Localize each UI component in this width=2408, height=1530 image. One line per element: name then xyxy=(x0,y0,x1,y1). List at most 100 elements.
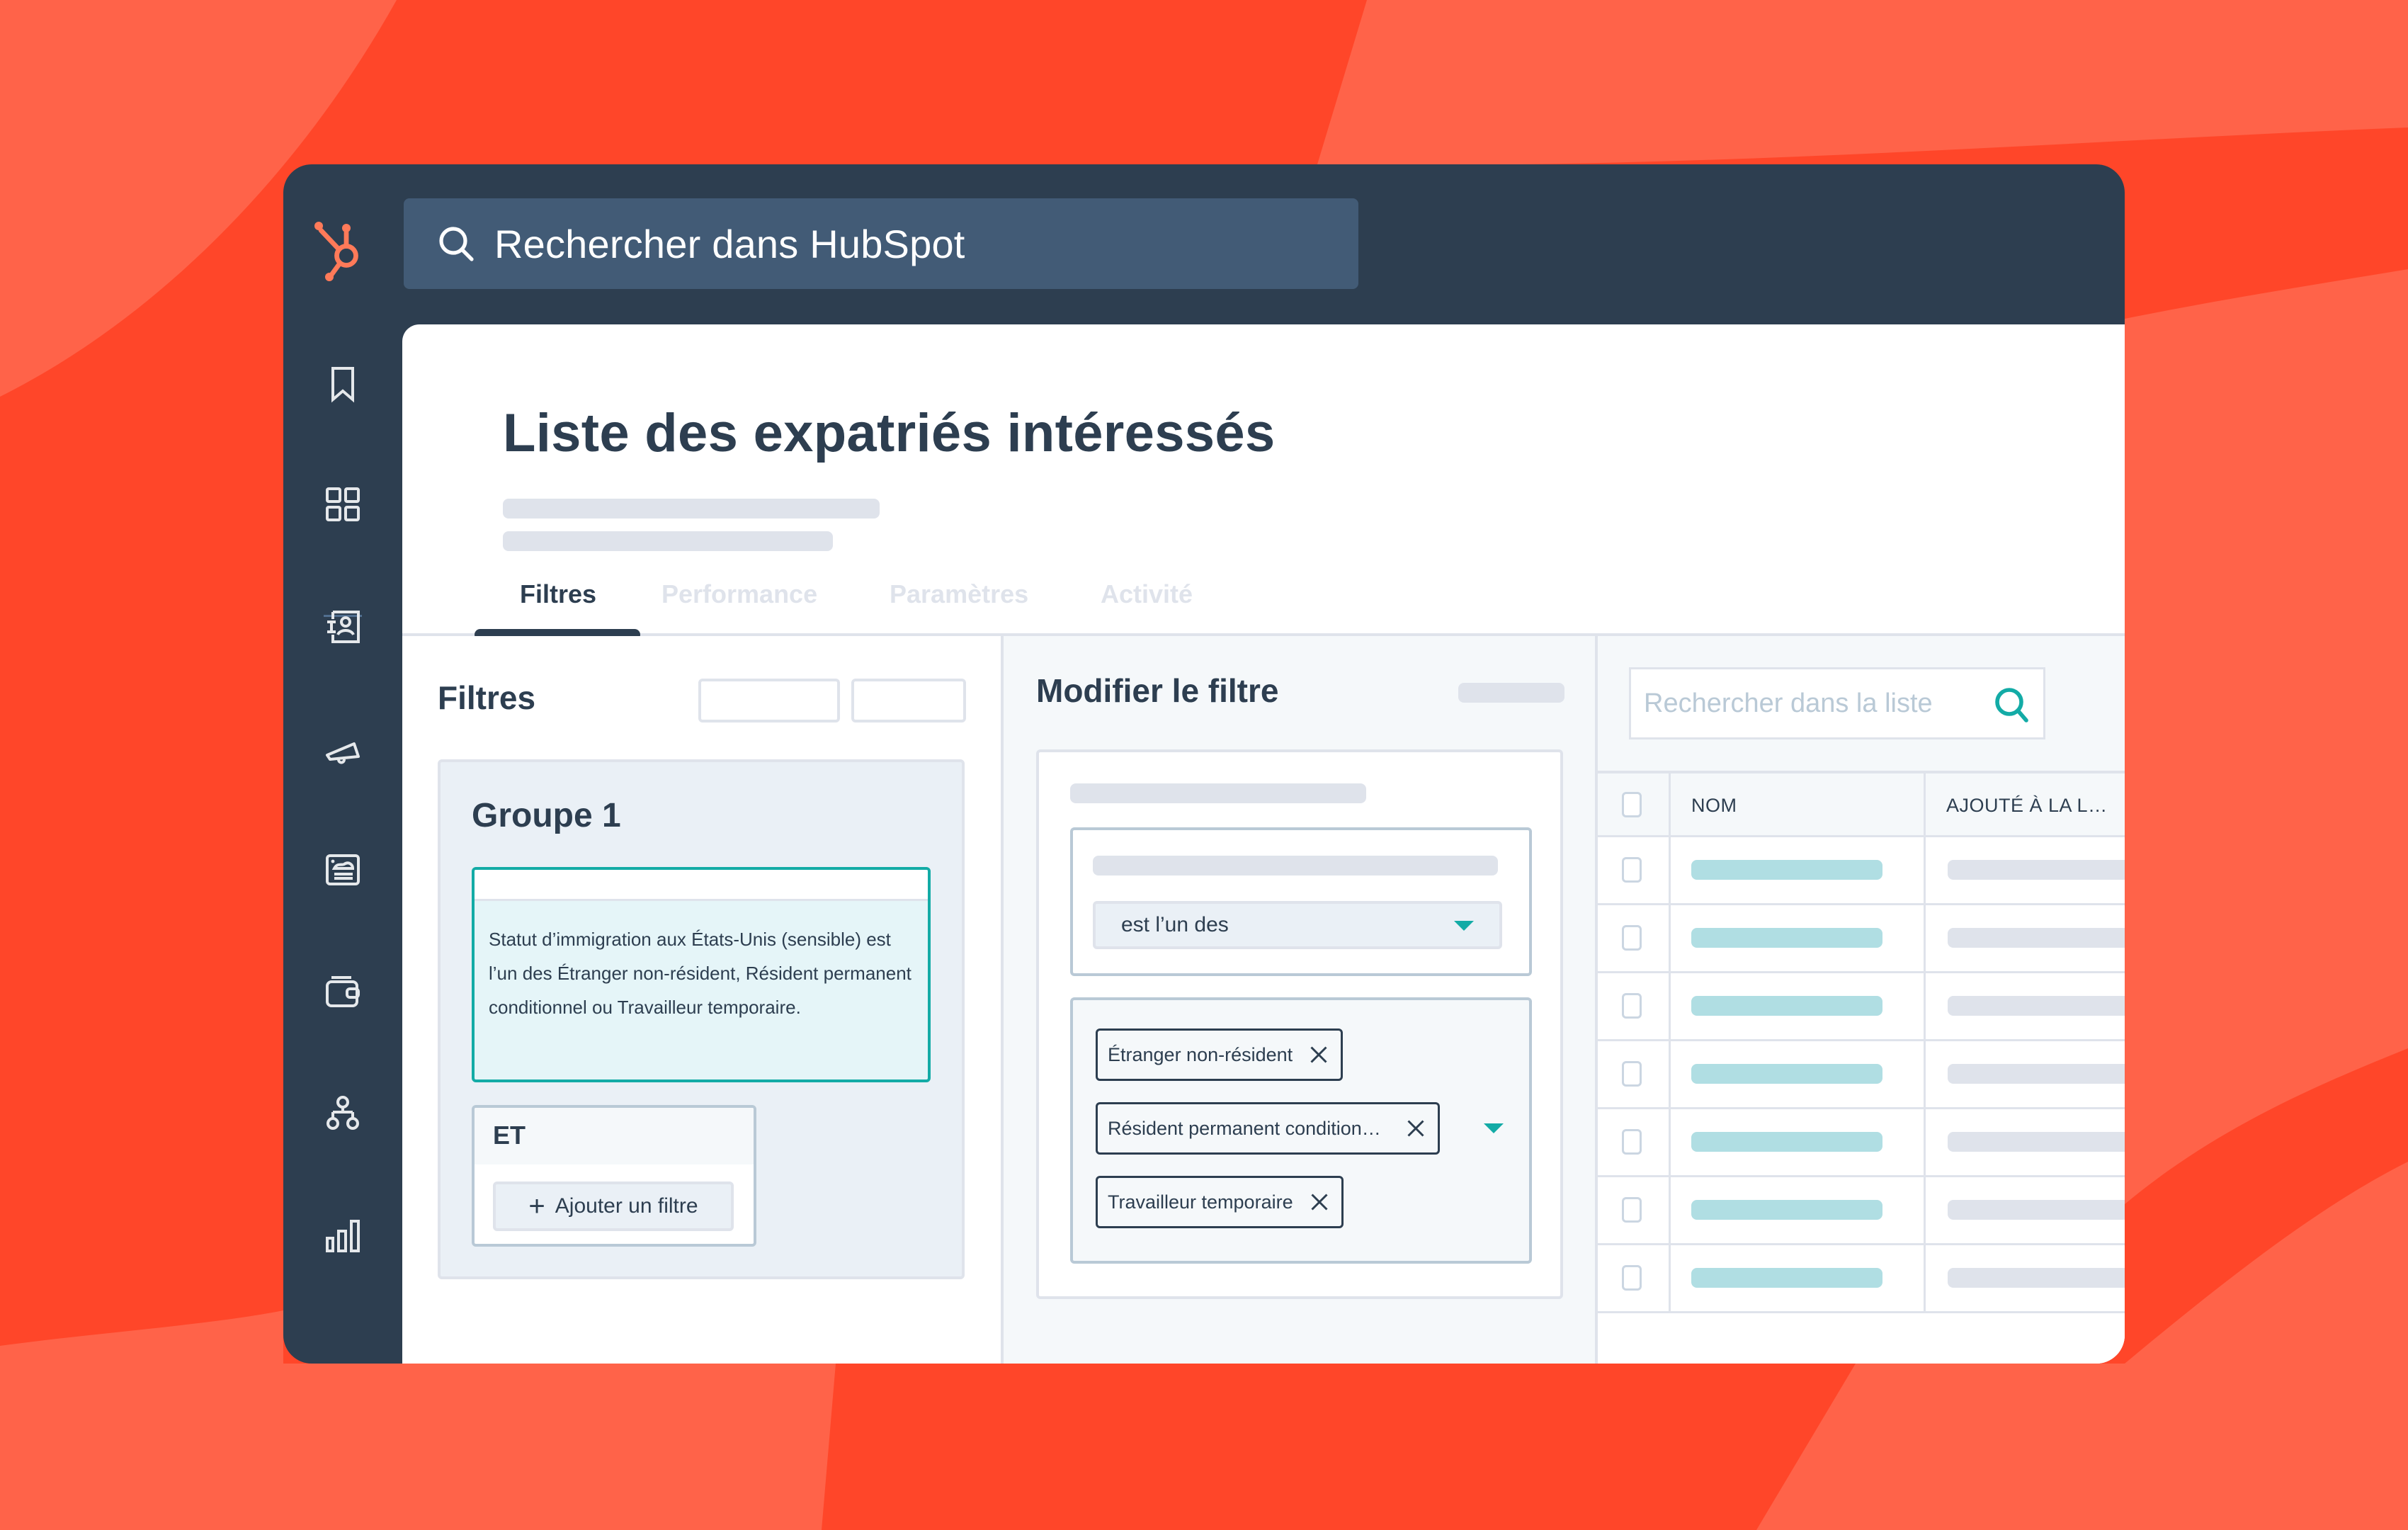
automation-icon[interactable] xyxy=(320,1091,365,1136)
date-placeholder xyxy=(1948,996,2125,1016)
name-placeholder xyxy=(1691,996,1882,1016)
search-icon xyxy=(436,224,476,264)
filters-action-button[interactable] xyxy=(851,679,966,722)
close-icon[interactable] xyxy=(1308,1044,1329,1065)
column-divider xyxy=(1924,837,1926,903)
global-search-bar[interactable]: Rechercher dans HubSpot xyxy=(404,198,1358,289)
table-row[interactable] xyxy=(1598,973,2125,1041)
close-icon[interactable] xyxy=(1405,1118,1426,1139)
values-multiselect[interactable]: Étranger non-résident Résident permanent… xyxy=(1070,997,1532,1264)
row-checkbox[interactable] xyxy=(1622,1061,1642,1087)
property-label-placeholder xyxy=(1070,783,1366,803)
value-chip: Étranger non-résident xyxy=(1096,1028,1344,1081)
marketing-megaphone-icon[interactable] xyxy=(320,725,365,771)
column-divider xyxy=(1924,905,1926,971)
column-divider xyxy=(1669,774,1671,835)
and-block: ET + Ajouter un filtre xyxy=(472,1105,756,1247)
edit-filter-title: Modifier le filtre xyxy=(1036,672,1279,709)
filters-action-button[interactable] xyxy=(698,679,840,722)
row-checkbox[interactable] xyxy=(1622,925,1642,951)
name-placeholder xyxy=(1691,928,1882,948)
table-row[interactable] xyxy=(1598,837,2125,905)
main-content: Liste des expatriés intéressés Filtres P… xyxy=(402,324,2125,1364)
select-all-checkbox[interactable] xyxy=(1622,792,1642,817)
add-filter-label: Ajouter un filtre xyxy=(555,1194,698,1218)
close-icon[interactable] xyxy=(1309,1191,1330,1213)
filter-card-selected[interactable]: Statut d’immigration aux États-Unis (sen… xyxy=(472,867,931,1082)
bookmark-icon[interactable] xyxy=(320,361,365,407)
contacts-icon[interactable] xyxy=(320,604,365,649)
plus-icon: + xyxy=(528,1191,545,1222)
tab-activite[interactable]: Activité xyxy=(1101,579,1193,609)
column-divider xyxy=(1669,973,1671,1039)
caret-down-icon xyxy=(1454,921,1474,931)
column-divider xyxy=(1669,1109,1671,1175)
table-row[interactable] xyxy=(1598,1109,2125,1177)
list-search-input[interactable]: Rechercher dans la liste xyxy=(1629,667,2045,740)
header-placeholder xyxy=(1458,683,1564,703)
content-icon[interactable] xyxy=(320,847,365,892)
dashboard-grid-icon[interactable] xyxy=(320,482,365,527)
name-placeholder xyxy=(1691,860,1882,880)
row-checkbox[interactable] xyxy=(1622,1265,1642,1291)
name-placeholder xyxy=(1691,1268,1882,1288)
table-row[interactable] xyxy=(1598,905,2125,973)
value-chip: Résident permanent condition… xyxy=(1096,1102,1440,1155)
operator-box: est l’un des xyxy=(1070,827,1532,976)
filters-title: Filtres xyxy=(438,679,536,716)
operator-value: est l’un des xyxy=(1121,913,1229,936)
row-checkbox[interactable] xyxy=(1622,1197,1642,1223)
and-label: ET xyxy=(475,1108,754,1164)
column-divider xyxy=(1669,1041,1671,1107)
tab-filtres[interactable]: Filtres xyxy=(520,579,596,609)
table-footer xyxy=(1598,1313,2125,1364)
list-search-placeholder: Rechercher dans la liste xyxy=(1644,688,1933,718)
value-chip: Travailleur temporaire xyxy=(1096,1176,1344,1228)
filter-description: Statut d’immigration aux États-Unis (sen… xyxy=(489,929,911,1018)
app-window: Rechercher dans HubSpot Liste des expatr… xyxy=(283,164,2125,1364)
table-body xyxy=(1598,837,2125,1313)
members-table: NOM AJOUTÉ À LA L… xyxy=(1598,771,2125,1364)
table-header: NOM AJOUTÉ À LA L… xyxy=(1598,771,2125,837)
column-divider xyxy=(1669,905,1671,971)
column-header-added[interactable]: AJOUTÉ À LA L… xyxy=(1946,795,2108,817)
caret-down-icon[interactable] xyxy=(1484,1123,1504,1133)
property-placeholder xyxy=(1093,856,1498,876)
value-chip-label: Résident permanent condition… xyxy=(1108,1117,1381,1139)
list-members-panel: Rechercher dans la liste NOM AJOUTÉ À LA… xyxy=(1595,636,2125,1364)
hubspot-logo-icon[interactable] xyxy=(310,215,374,283)
column-divider xyxy=(1924,1245,1926,1311)
filters-panel: Filtres Groupe 1 Statut d’immigration au… xyxy=(402,636,1001,1364)
table-row[interactable] xyxy=(1598,1041,2125,1109)
edit-filter-panel: Modifier le filtre est l’un des Étranger… xyxy=(1001,636,1595,1364)
edit-filter-card: est l’un des Étranger non-résident Résid… xyxy=(1036,749,1563,1299)
search-icon[interactable] xyxy=(1992,685,2032,725)
operator-dropdown[interactable]: est l’un des xyxy=(1093,901,1502,949)
table-row[interactable] xyxy=(1598,1245,2125,1313)
filter-card-header xyxy=(475,870,928,901)
subtitle-placeholder xyxy=(503,499,880,518)
tab-parametres[interactable]: Paramètres xyxy=(890,579,1028,609)
table-row[interactable] xyxy=(1598,1177,2125,1245)
reporting-icon[interactable] xyxy=(320,1213,365,1258)
column-divider xyxy=(1924,1109,1926,1175)
column-header-nom[interactable]: NOM xyxy=(1691,795,1737,817)
commerce-wallet-icon[interactable] xyxy=(320,969,365,1014)
sidebar xyxy=(283,324,402,1364)
date-placeholder xyxy=(1948,928,2125,948)
subtitle-placeholder xyxy=(503,531,833,551)
name-placeholder xyxy=(1691,1064,1882,1084)
value-chip-label: Étranger non-résident xyxy=(1108,1043,1293,1065)
tab-performance[interactable]: Performance xyxy=(661,579,817,609)
date-placeholder xyxy=(1948,1064,2125,1084)
column-divider xyxy=(1669,1177,1671,1243)
name-placeholder xyxy=(1691,1132,1882,1152)
date-placeholder xyxy=(1948,1132,2125,1152)
row-checkbox[interactable] xyxy=(1622,993,1642,1019)
column-divider xyxy=(1924,973,1926,1039)
column-divider xyxy=(1924,1177,1926,1243)
date-placeholder xyxy=(1948,1200,2125,1220)
add-filter-button[interactable]: + Ajouter un filtre xyxy=(493,1182,734,1231)
row-checkbox[interactable] xyxy=(1622,1129,1642,1155)
row-checkbox[interactable] xyxy=(1622,857,1642,883)
